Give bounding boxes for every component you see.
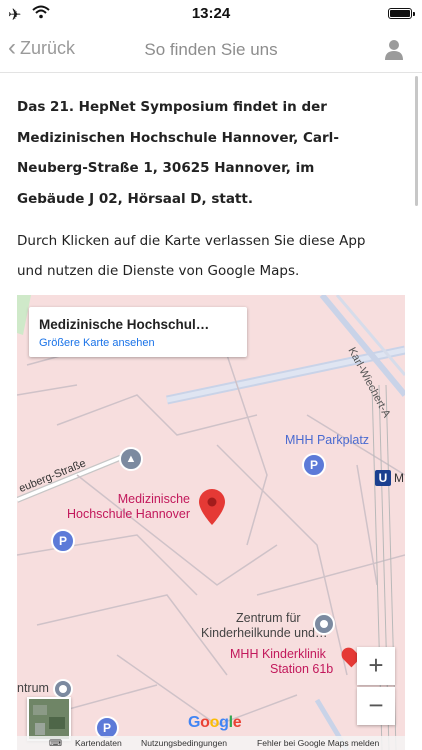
google-logo-letter: g — [219, 714, 229, 731]
satellite-toggle[interactable] — [27, 697, 71, 741]
google-map[interactable]: Medizinische Hochschul… Größere Karte an… — [17, 295, 405, 750]
poi-label-kinderklinik-line2: Station 61b — [270, 662, 334, 676]
profile-icon[interactable] — [384, 39, 404, 61]
parking-icon[interactable]: P — [302, 453, 326, 477]
zoom-in-button[interactable]: + — [357, 647, 395, 685]
intro-line: Gebäude J 02, Hörsaal D, statt. — [17, 190, 253, 207]
back-button[interactable]: ‹ Zurück — [8, 33, 76, 61]
hint-line: und nutzen die Dienste von Google Maps. — [17, 263, 300, 279]
poi-label-parkplatz[interactable]: MHH Parkplatz — [285, 433, 369, 447]
content-area: Das 21. HepNet Symposium findet in der M… — [0, 72, 422, 750]
location-pin-icon[interactable] — [199, 489, 225, 525]
poi-label-kinderklinik-line1: MHH Kinderklinik — [230, 647, 326, 661]
place-title: Medizinische Hochschul… — [39, 317, 210, 332]
google-logo-letter: G — [188, 714, 201, 731]
map-hint: Durch Klicken auf die Karte verlassen Si… — [17, 226, 407, 286]
status-bar: ✈ 13:24 — [0, 0, 422, 28]
clock: 13:24 — [191, 5, 231, 22]
hint-line: Durch Klicken auf die Karte verlassen Si… — [17, 233, 366, 249]
battery-icon — [388, 8, 415, 19]
chevron-left-icon: ‹ — [8, 33, 16, 61]
google-logo-letter: e — [232, 714, 242, 731]
google-logo: Google — [188, 714, 242, 732]
subway-icon[interactable]: U — [375, 470, 391, 486]
poi-icon[interactable] — [53, 679, 73, 699]
google-logo-letter: o — [209, 714, 220, 731]
poi-label-zentrum-line1: Zentrum für — [236, 611, 301, 625]
hospital-poi-icon[interactable] — [313, 613, 335, 635]
google-logo-letter: o — [200, 714, 210, 731]
intro-line: Neuberg-Straße 1, 30625 Hannover, im — [17, 160, 315, 176]
subway-label: M — [394, 471, 404, 485]
pin-label-line2: Hochschule Hannover — [67, 507, 190, 521]
navigation-bar: ‹ Zurück So finden Sie uns — [0, 28, 422, 73]
intro-line: Medizinischen Hochschule Hannover, Carl- — [17, 129, 339, 146]
poi-label-zentrum-line2: Kinderheilkunde und… — [201, 626, 328, 640]
place-info-card[interactable]: Medizinische Hochschul… Größere Karte an… — [29, 307, 247, 357]
larger-map-link[interactable]: Größere Karte ansehen — [39, 337, 155, 349]
report-error-link[interactable]: Fehler bei Google Maps melden — [257, 736, 379, 750]
map-data-link[interactable]: Kartendaten — [75, 736, 122, 750]
zoom-out-button[interactable]: − — [357, 687, 395, 725]
venue-description: Das 21. HepNet Symposium findet in der M… — [17, 92, 397, 214]
map-footer: ⌨ Kartendaten Nutzungsbedingungen Fehler… — [17, 736, 405, 750]
poi-label-left-partial: ntrum — [17, 681, 49, 695]
parking-icon[interactable]: P — [51, 529, 75, 553]
intro-line: Das 21. HepNet Symposium findet in der — [17, 99, 327, 115]
school-icon[interactable]: ▲ — [119, 447, 143, 471]
scrollbar[interactable] — [415, 76, 418, 206]
back-label: Zurück — [20, 38, 76, 58]
pin-label-line1: Medizinische — [117, 492, 190, 506]
keyboard-icon[interactable]: ⌨ — [49, 736, 62, 750]
terms-link[interactable]: Nutzungsbedingungen — [141, 736, 227, 750]
